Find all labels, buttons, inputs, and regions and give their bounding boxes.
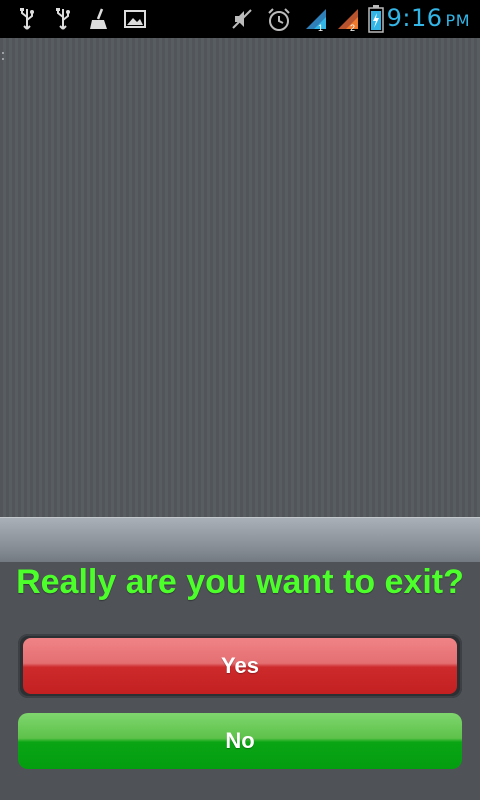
alarm-icon: [266, 7, 292, 38]
status-bar: 1 2 9:16 PM: [0, 0, 480, 38]
battery-charging-icon: [368, 5, 384, 38]
app-content-area: [0, 38, 480, 517]
dialog-question: Really are you want to exit?: [16, 563, 464, 601]
svg-text:2: 2: [350, 23, 355, 33]
clock-time: 9:16: [386, 4, 443, 32]
broom-icon: [88, 7, 110, 36]
clock-ampm: PM: [445, 11, 470, 30]
signal-sim2-icon: 2: [336, 7, 362, 38]
dialog-header-bar: [0, 517, 480, 562]
clock: 9:16 PM: [387, 4, 470, 32]
exit-dialog: Really are you want to exit? Yes No: [0, 517, 480, 800]
overflow-indicator: [2, 52, 5, 66]
no-button[interactable]: No: [18, 713, 462, 769]
image-icon: [124, 7, 146, 36]
usb-icon: [54, 7, 72, 36]
yes-button-frame: Yes: [18, 634, 462, 698]
mute-icon: [230, 7, 254, 36]
usb-icon: [18, 7, 36, 36]
signal-sim1-icon: 1: [304, 7, 330, 38]
yes-button[interactable]: Yes: [23, 638, 457, 694]
svg-text:1: 1: [318, 23, 323, 33]
